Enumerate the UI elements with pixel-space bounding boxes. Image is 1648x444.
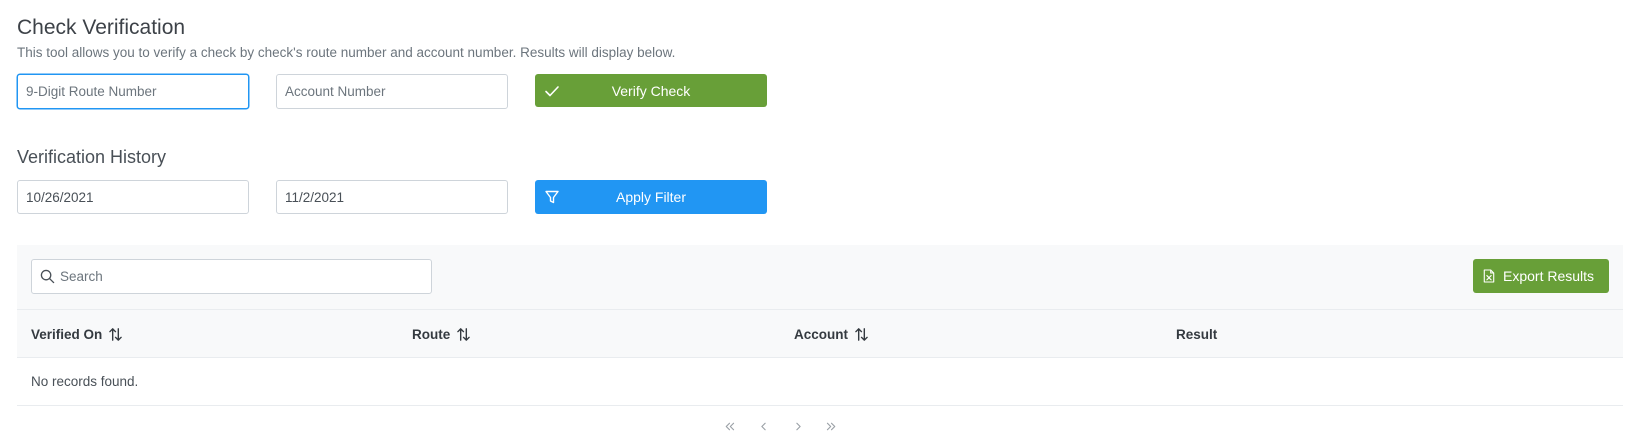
search-input[interactable]: [60, 260, 420, 293]
verify-check-button[interactable]: Verify Check: [535, 74, 767, 107]
search-field[interactable]: [31, 259, 432, 294]
column-header-result: Result: [1176, 310, 1217, 358]
route-number-input[interactable]: [17, 74, 249, 109]
last-page-button[interactable]: [818, 413, 844, 439]
section-title-history: Verification History: [17, 147, 167, 167]
apply-filter-label: Apply Filter: [615, 189, 687, 205]
chevron-right-icon: [795, 422, 801, 430]
column-label-result: Result: [1176, 326, 1218, 342]
column-label-verified-on: Verified On: [31, 326, 103, 342]
check-icon: [545, 86, 559, 97]
next-page-button[interactable]: [785, 413, 811, 439]
chevron-left-icon: [760, 422, 766, 430]
end-date-input[interactable]: [276, 180, 508, 214]
double-chevron-left-icon: [725, 422, 734, 430]
verify-check-label: Verify Check: [611, 82, 691, 99]
filter-icon: [545, 190, 559, 204]
apply-filter-button[interactable]: Apply Filter: [535, 180, 767, 214]
start-date-input[interactable]: [17, 180, 249, 214]
table-header: Verified On Route Account Result: [17, 310, 1623, 358]
table-toolbar: Export Results: [17, 245, 1623, 310]
column-label-account: Account: [794, 326, 848, 342]
page-description: This tool allows you to verify a check b…: [17, 45, 676, 60]
excel-file-icon: [1483, 269, 1495, 283]
verification-history-table: Export Results Verified On Route Account…: [17, 245, 1623, 444]
pagination: [17, 413, 1623, 439]
previous-page-button[interactable]: [750, 413, 776, 439]
column-header-account[interactable]: Account: [794, 310, 869, 358]
first-page-button[interactable]: [716, 413, 742, 439]
double-chevron-right-icon: [826, 422, 835, 430]
empty-message: No records found.: [31, 374, 139, 389]
empty-message-row: No records found.: [17, 358, 1623, 406]
column-label-route: Route: [412, 326, 451, 342]
sort-icon: [108, 327, 123, 342]
sort-icon: [854, 327, 869, 342]
export-results-label: Export Results: [1503, 268, 1595, 284]
search-icon: [40, 269, 55, 284]
page-title: Check Verification: [17, 16, 186, 39]
column-header-verified-on[interactable]: Verified On: [31, 310, 123, 358]
export-results-button[interactable]: Export Results: [1473, 259, 1609, 293]
sort-icon: [456, 327, 471, 342]
column-header-route[interactable]: Route: [412, 310, 471, 358]
account-number-input[interactable]: [276, 74, 508, 109]
